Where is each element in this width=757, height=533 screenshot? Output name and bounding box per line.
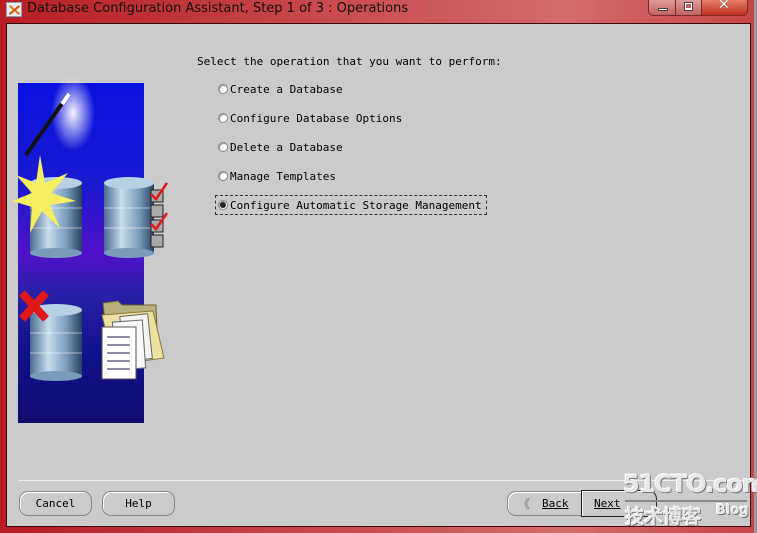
option-configure-database-options[interactable]: Configure Database Options	[218, 111, 402, 125]
next-button[interactable]: Next	[581, 490, 657, 517]
radio-configure-asm[interactable]	[218, 200, 228, 210]
database-wizard-illustration-icon	[12, 75, 169, 381]
option-create-database[interactable]: Create a Database	[218, 82, 343, 96]
radio-configure-database-options[interactable]	[218, 113, 228, 123]
wizard-illustration	[12, 75, 169, 423]
back-label: Back	[542, 497, 569, 510]
close-button[interactable]: ✕	[702, 0, 748, 16]
radio-create-database[interactable]	[218, 84, 228, 94]
option-label: Delete a Database	[230, 140, 343, 154]
option-label: Configure Database Options	[230, 111, 403, 125]
maximize-button[interactable]	[676, 0, 702, 16]
minimize-icon	[658, 8, 668, 11]
back-button[interactable]: 《 Back	[507, 491, 585, 516]
close-icon: ✕	[718, 0, 730, 13]
templates-folder-icon	[101, 300, 165, 380]
next-label: Next	[594, 497, 621, 510]
minimize-button[interactable]	[648, 0, 676, 16]
option-label: Manage Templates	[230, 169, 336, 183]
window-title: Database Configuration Assistant, Step 1…	[27, 1, 409, 16]
app-icon	[6, 2, 22, 17]
radio-delete-database[interactable]	[218, 142, 228, 152]
database-cylinder-2	[104, 177, 154, 258]
maximize-icon	[684, 2, 693, 11]
option-delete-database[interactable]: Delete a Database	[218, 140, 343, 154]
footer-separator	[18, 480, 744, 481]
help-button[interactable]: Help	[102, 491, 175, 516]
cancel-button[interactable]: Cancel	[19, 491, 92, 516]
radio-manage-templates[interactable]	[218, 171, 228, 181]
checklist-icon	[150, 182, 169, 248]
option-label: Configure Automatic Storage Management	[230, 198, 482, 212]
window-controls: ✕	[648, 0, 748, 16]
chevron-left-icon: 《	[518, 497, 531, 511]
option-label: Create a Database	[230, 82, 343, 96]
option-manage-templates[interactable]: Manage Templates	[218, 169, 336, 183]
option-configure-asm[interactable]: Configure Automatic Storage Management	[215, 195, 487, 215]
operation-prompt: Select the operation that you want to pe…	[197, 55, 502, 68]
dbca-window: Database Configuration Assistant, Step 1…	[0, 0, 757, 533]
wizard-content: Select the operation that you want to pe…	[6, 23, 751, 527]
title-bar[interactable]: Database Configuration Assistant, Step 1…	[0, 0, 757, 20]
